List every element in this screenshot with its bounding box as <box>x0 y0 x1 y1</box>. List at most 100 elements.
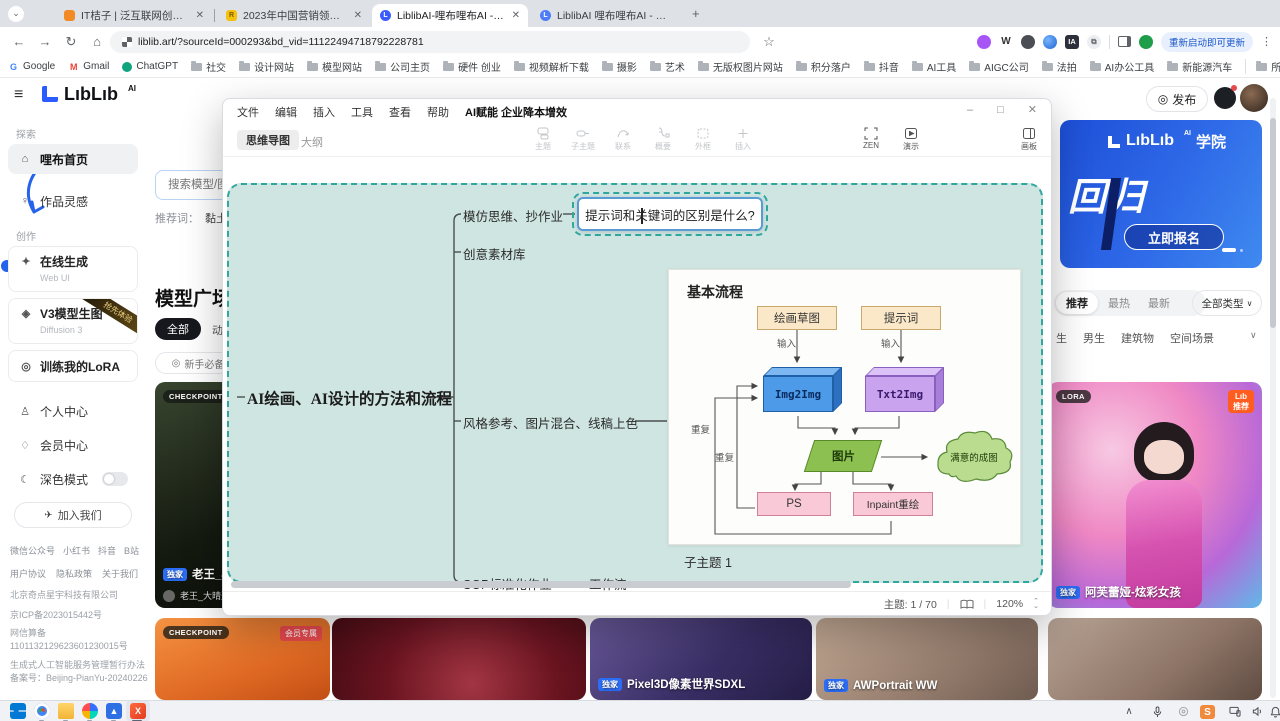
bookmark-folder[interactable]: 模型网站 <box>307 59 362 74</box>
tab-close-icon[interactable]: ✕ <box>354 10 362 21</box>
maximize-icon[interactable]: □ <box>997 104 1004 116</box>
tab-close-icon[interactable]: ✕ <box>196 10 204 21</box>
tab-mindmap[interactable]: 思维导图 <box>237 130 299 150</box>
home-icon[interactable]: ⌂ <box>84 34 110 49</box>
bookmark-folder[interactable]: 新能源汽车 <box>1167 59 1232 74</box>
sidebar-item-personal[interactable]: ♙个人中心 <box>8 396 138 426</box>
school-banner[interactable]: LıbLıb AI 学院 回归 立即报名 <box>1060 120 1262 268</box>
tag-all[interactable]: 全部 <box>155 318 201 340</box>
hamburger-icon[interactable]: ≡ <box>14 86 23 104</box>
sidebar-item-home[interactable]: ⌂哩布首页 <box>8 144 138 174</box>
menu-insert[interactable]: 插入 <box>313 104 335 120</box>
browser-menu-icon[interactable]: ⋮ <box>1261 35 1272 48</box>
bookmark-gmail[interactable]: MGmail <box>68 61 109 72</box>
root-topic[interactable]: AI绘画、AI设计的方法和流程 <box>247 387 452 409</box>
tool-topic[interactable]: 主题 <box>523 127 563 152</box>
model-card-bottom-right[interactable] <box>1048 618 1262 700</box>
bookmark-folder[interactable]: 硬件 创业 <box>443 59 501 74</box>
tray-expand-icon[interactable]: ∧ <box>1122 705 1136 718</box>
notes-book-icon[interactable] <box>960 599 974 610</box>
bookmark-folder[interactable]: 艺术 <box>650 59 685 74</box>
bookmark-folder[interactable]: 视频解析下载 <box>514 59 589 74</box>
model-card-cat[interactable]: CHECKPOINT 会员专属 <box>155 618 330 700</box>
tab-search-button[interactable]: ⌄ <box>8 6 24 22</box>
sidebar-item-inspiration[interactable]: ♀作品灵感 <box>8 186 138 216</box>
carousel-indicator[interactable] <box>1240 249 1243 252</box>
cast-display-icon[interactable] <box>1228 705 1242 718</box>
extension-icon-ia[interactable]: IA <box>1065 35 1079 49</box>
browser-tab-3-active[interactable]: L LiblibAI-哩布哩布AI - 中国领先 ✕ <box>372 4 528 27</box>
docs-app-icon[interactable]: ▲ <box>106 703 122 719</box>
link-user-agreement[interactable]: 用户协议 <box>10 567 46 580</box>
branch-imitate[interactable]: 模仿思维、抄作业 <box>463 206 563 225</box>
bookmark-folder[interactable]: 摄影 <box>602 59 637 74</box>
category-expand-icon[interactable]: ∨ <box>1250 330 1257 341</box>
extension-icon-w[interactable]: W <box>999 35 1013 49</box>
social-wechat[interactable]: 微信公众号 <box>10 544 55 557</box>
xmind-icon-active[interactable]: X <box>130 703 146 719</box>
card-author-row[interactable]: 老王_大晴天 <box>163 589 230 602</box>
model-card-awportrait[interactable]: 独家 AWPortrait WW <box>816 618 1038 700</box>
menu-ai[interactable]: AI赋能 企业降本增效 <box>465 104 567 120</box>
tool-insert[interactable]: 插入 <box>723 127 763 152</box>
social-bilibili[interactable]: B站 <box>124 544 139 557</box>
sidebar-card-lora[interactable]: ◎训练我的LoRA <box>8 350 138 382</box>
browser-tab-2[interactable]: R 2023年中国营销领域AIGC技术 ✕ <box>218 4 370 27</box>
darkmode-toggle[interactable] <box>102 472 128 486</box>
tool-summary[interactable]: 概要 <box>643 127 683 152</box>
browser-tab-4[interactable]: L LiblibAI 哩布哩布AI - 中国领先 <box>532 4 684 27</box>
node-subtopic1[interactable]: 子主题 1 <box>684 552 732 571</box>
filter-new[interactable]: 最新 <box>1140 295 1178 311</box>
menu-view[interactable]: 查看 <box>389 104 411 120</box>
browser-tab-1[interactable]: IT桔子 | 泛互联网创业投资项目 ✕ <box>56 4 212 27</box>
link-about[interactable]: 关于我们 <box>102 567 138 580</box>
menu-edit[interactable]: 编辑 <box>275 104 297 120</box>
branch-style-reference[interactable]: 风格参考、图片混合、线稿上色 <box>463 413 638 432</box>
bookmark-folder[interactable]: 设计网站 <box>239 59 294 74</box>
tool-boundary[interactable]: 外框 <box>683 127 723 152</box>
zoom-stepper[interactable]: ⌃ ⌄ <box>1033 599 1039 609</box>
menu-tools[interactable]: 工具 <box>351 104 373 120</box>
pinwheel-app-icon[interactable] <box>82 703 98 719</box>
file-explorer-icon[interactable] <box>58 703 74 719</box>
model-card-girl[interactable]: LORA Lıb 推荐 独家 阿芙蕾娅-炫彩女孩 <box>1048 382 1262 608</box>
model-card-pixel[interactable]: 独家 Pixel3D像素世界SDXL <box>590 618 812 700</box>
page-scrollbar-track[interactable] <box>1270 98 1276 698</box>
extension-icon-dark[interactable] <box>1021 35 1035 49</box>
bookmark-folder[interactable]: 无版权图片网站 <box>698 59 783 74</box>
bookmark-google[interactable]: GGoogle <box>8 61 55 72</box>
all-bookmarks[interactable]: 所有书签 <box>1245 59 1280 74</box>
join-us-button[interactable]: ✈加入我们 <box>14 502 132 528</box>
link-privacy[interactable]: 隐私政策 <box>56 567 92 580</box>
bookmark-folder[interactable]: 法拍 <box>1042 59 1077 74</box>
category-cut[interactable]: 生 <box>1056 330 1067 346</box>
microphone-icon[interactable] <box>1150 705 1164 718</box>
panel-button[interactable]: 画板 <box>1009 127 1049 152</box>
menu-file[interactable]: 文件 <box>237 104 259 120</box>
social-xiaohongshu[interactable]: 小红书 <box>63 544 90 557</box>
start-button[interactable] <box>10 703 26 719</box>
extension-icon-purple[interactable] <box>977 35 991 49</box>
user-avatar[interactable] <box>1240 84 1268 112</box>
zoom-level[interactable]: 120% <box>996 598 1023 610</box>
sidebar-card-v3[interactable]: ◈V3模型生图 Diffusion 3 抢先体验 <box>8 298 138 344</box>
extensions-puzzle-icon[interactable]: ⧉ <box>1087 35 1101 49</box>
bookmark-chatgpt[interactable]: ChatGPT <box>122 61 178 72</box>
bookmark-folder[interactable]: AIGC公司 <box>969 59 1028 74</box>
mindmap-hscrollbar-thumb[interactable] <box>231 581 851 588</box>
reload-icon[interactable]: ↻ <box>58 34 84 50</box>
banner-cta-button[interactable]: 立即报名 <box>1124 224 1224 250</box>
present-button[interactable]: 演示 <box>891 127 931 152</box>
bookmark-folder[interactable]: 公司主页 <box>375 59 430 74</box>
filter-recommend[interactable]: 推荐 <box>1056 292 1098 314</box>
tab-outline[interactable]: 大纲 <box>301 134 323 150</box>
filter-hot[interactable]: 最热 <box>1100 295 1138 311</box>
tab-close-icon[interactable]: ✕ <box>512 10 520 21</box>
input-method-icon[interactable]: S <box>1200 705 1215 719</box>
bookmark-folder[interactable]: 社交 <box>191 59 226 74</box>
chrome-icon[interactable] <box>34 703 50 719</box>
new-tab-button[interactable]: + <box>692 6 700 21</box>
tray-dim-icon[interactable] <box>1176 705 1190 718</box>
menu-help[interactable]: 帮助 <box>427 104 449 120</box>
minimize-icon[interactable]: – <box>967 104 973 116</box>
